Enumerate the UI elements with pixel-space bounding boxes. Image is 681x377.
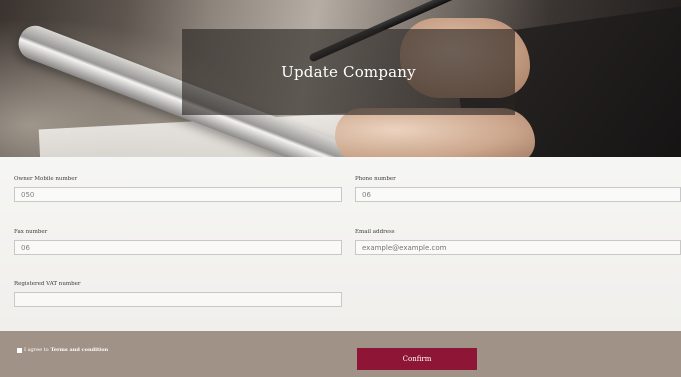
email-label: Email address [355, 229, 395, 235]
phone-input[interactable] [355, 187, 681, 202]
fax-field-group: Fax number [14, 229, 342, 255]
terms-prefix: I agree to [24, 347, 49, 353]
terms-link[interactable]: Terms and condition [51, 347, 109, 353]
update-company-form: Owner Mobile number Phone number Fax num… [0, 157, 681, 331]
form-footer: I agree to Terms and condition Confirm [0, 331, 681, 377]
email-input[interactable] [355, 240, 681, 255]
hero-hand-lower [335, 108, 535, 157]
page-title: Update Company [281, 63, 416, 81]
phone-field-group: Phone number [355, 176, 681, 202]
owner-mobile-label: Owner Mobile number [14, 176, 78, 182]
terms-checkbox[interactable] [17, 347, 22, 353]
email-field-group: Email address [355, 229, 681, 255]
vat-label: Registered VAT number [14, 281, 81, 287]
fax-input[interactable] [14, 240, 342, 255]
owner-mobile-field-group: Owner Mobile number [14, 176, 342, 202]
phone-label: Phone number [355, 176, 396, 182]
vat-field-group: Registered VAT number [14, 281, 342, 307]
vat-input[interactable] [14, 292, 342, 307]
confirm-button[interactable]: Confirm [357, 348, 477, 370]
terms-agreement: I agree to Terms and condition [17, 347, 108, 353]
title-overlay: Update Company [182, 29, 515, 115]
owner-mobile-input[interactable] [14, 187, 342, 202]
fax-label: Fax number [14, 229, 48, 235]
